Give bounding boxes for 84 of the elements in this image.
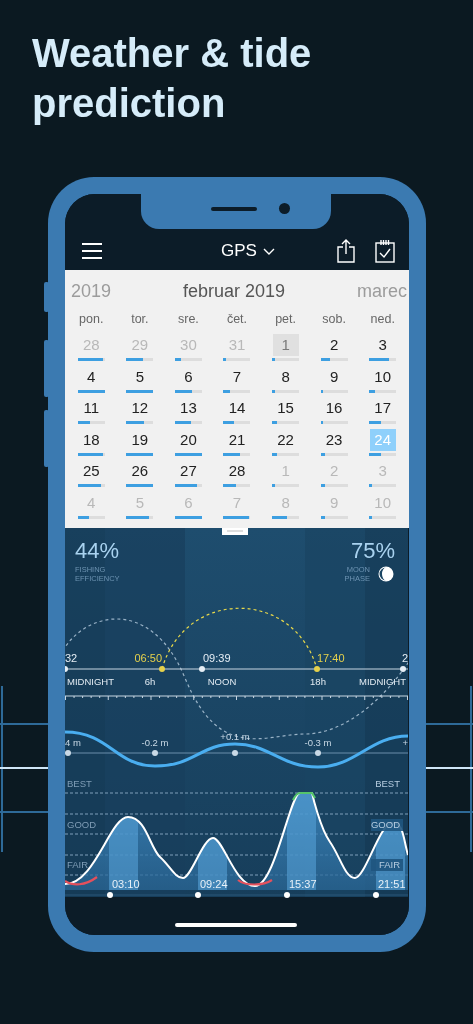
weekday-label: tor. [131,312,149,326]
calendar-day[interactable]: 6 [175,365,202,388]
peak-time: 03:10 [112,878,140,890]
calendar-day[interactable]: 19 [126,428,153,451]
tide-marker [65,750,71,756]
calendar-day[interactable]: 2 [321,334,348,356]
hour-label: NOON [207,676,237,687]
tide-marker [315,750,321,756]
calendar-day[interactable]: 3 [369,334,396,356]
moon-time: 32 [65,652,78,664]
moon-time: 2 [401,652,408,664]
sun-marker [159,666,165,672]
efficiency-value: 44% [75,538,120,563]
sun-time: 17:40 [317,652,345,664]
tide-height-label: + [402,737,408,748]
sun-time: 06:50 [134,652,162,664]
peak-marker [107,892,113,898]
moon-phase-value: 75% [350,538,395,563]
camera-icon [279,203,290,214]
calendar-day[interactable]: 17 [369,397,396,419]
calendar-day[interactable]: 27 [175,460,202,482]
peak-marker [284,892,290,898]
rating-label: BEST [375,778,400,789]
headline: Weather & tide prediction [32,30,313,127]
hour-label: 6h [144,676,156,687]
calendar-day[interactable]: 12 [126,397,153,419]
weekday-label: ned. [370,312,395,326]
speaker-icon [211,207,257,211]
moon-marker [400,666,406,672]
calendar-check-icon[interactable] [375,239,395,263]
calendar-day[interactable]: 14 [224,397,250,419]
weekday-label: pon. [79,312,104,326]
hour-label: 18h [310,676,326,687]
weekday-label: pet. [275,312,296,326]
tide-marker [232,750,238,756]
weekday-label: čet. [226,312,248,326]
calendar-day[interactable]: 4 [78,365,105,388]
tide-height-label: -0.3 m [304,737,332,748]
moon-marker [65,666,68,672]
calendar-day[interactable]: 20 [175,428,202,451]
hour-label: MIDNIGHT [67,676,114,687]
moon-marker [199,666,205,672]
calendar-day[interactable]: 11 [78,397,105,419]
calendar-day[interactable]: 26 [126,460,153,482]
rating-label: BEST [67,778,92,789]
month-title: februar 2019 [182,280,286,302]
moon-icon [378,566,394,582]
calendar-day[interactable]: 7 [224,365,250,388]
rating-label: GOOD [67,819,97,830]
peak-time: 15:37 [289,878,317,890]
peak-time: 21:51 [378,878,406,890]
tide-marker [152,750,158,756]
rating-label: GOOD [370,819,400,830]
calendar-day[interactable]: 5 [126,365,153,388]
rating-label: FAIR [378,859,400,870]
calendar-day[interactable]: 21 [224,428,250,451]
hour-label: MIDNIGHT [359,676,406,687]
calendar-day[interactable]: 8 [272,365,299,388]
chevron-down-icon [262,247,275,255]
calendar-day[interactable]: 15 [272,397,299,419]
calendar-day[interactable]: 22 [272,428,299,451]
weekday-label: sre. [178,312,199,326]
calendar-day[interactable]: 23 [321,428,348,451]
share-icon[interactable] [337,239,355,263]
peak-time: 09:24 [200,878,228,890]
tide-height-label: 4 m [65,737,81,748]
tide-height-label: +0.1 m [220,731,250,742]
peak-marker [195,892,201,898]
sun-marker [314,666,320,672]
location-selector[interactable]: GPS [221,241,275,261]
calendar-day[interactable]: 18 [78,428,105,451]
drag-handle[interactable] [222,528,248,535]
rating-label: FAIR [67,859,89,870]
calendar-day[interactable]: 13 [175,397,202,419]
calendar-day[interactable]: 9 [321,365,348,388]
calendar-day[interactable]: 10 [369,365,396,388]
tide-height-label: -0.2 m [141,737,169,748]
peak-marker [373,892,379,898]
menu-icon[interactable] [81,242,103,260]
weekday-label: sob. [322,312,346,326]
calendar-day[interactable]: 25 [78,460,105,482]
calendar-day[interactable]: 28 [224,460,250,482]
moon-time: 09:39 [203,652,231,664]
calendar-day[interactable]: 16 [321,397,348,419]
